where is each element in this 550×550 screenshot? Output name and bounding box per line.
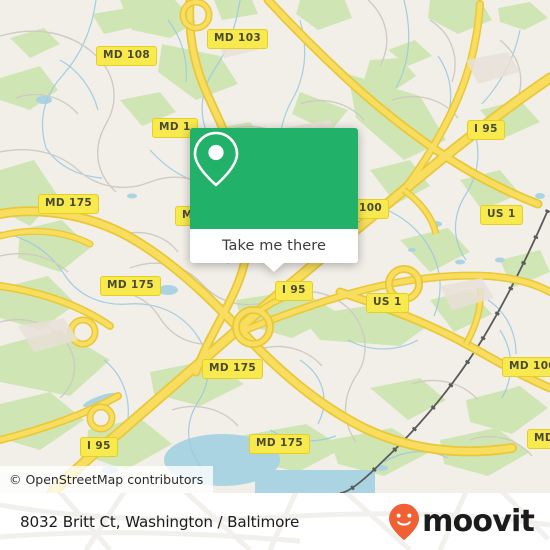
- road-shield: MD 108: [96, 46, 158, 66]
- map-destination-popup[interactable]: Take me there: [190, 128, 358, 272]
- road-shield: MD 100: [502, 357, 550, 377]
- popup-action-panel[interactable]: Take me there: [190, 229, 358, 272]
- road-shield: US 1: [366, 293, 409, 313]
- road-shield: I 95: [467, 120, 505, 140]
- footer-bar: 8032 Britt Ct, Washington / Baltimore mo…: [0, 493, 550, 550]
- road-shield: US 1: [480, 205, 523, 225]
- location-pin-icon: [193, 131, 239, 187]
- popup-icon-panel: [190, 128, 358, 229]
- moovit-wordmark: moovit: [422, 503, 535, 539]
- osm-attribution[interactable]: © OpenStreetMap contributors: [0, 466, 214, 493]
- road-shield: I 95: [80, 437, 118, 457]
- road-shield: I 95: [275, 281, 313, 301]
- road-shield: MD 175: [249, 434, 311, 454]
- map-canvas[interactable]: MD 103 MD 108 MD 1 I 95 MD 175 MD 1 100 …: [0, 0, 550, 493]
- popup-pointer-tail: [264, 263, 284, 272]
- moovit-logo[interactable]: moovit: [388, 503, 535, 541]
- address-label: 8032 Britt Ct, Washington / Baltimore: [20, 512, 300, 531]
- road-shield: MD 175: [100, 276, 162, 296]
- road-shield: MD 175: [38, 194, 100, 214]
- road-shield: MD: [527, 429, 550, 449]
- road-shield: MD 103: [207, 29, 269, 49]
- road-shield: MD 175: [202, 359, 264, 379]
- moovit-smiley-pin-icon: [389, 503, 420, 540]
- osm-attribution-text: © OpenStreetMap contributors: [9, 472, 204, 487]
- take-me-there-label: Take me there: [221, 238, 327, 254]
- map-screenshot: MD 103 MD 108 MD 1 I 95 MD 175 MD 1 100 …: [0, 0, 550, 550]
